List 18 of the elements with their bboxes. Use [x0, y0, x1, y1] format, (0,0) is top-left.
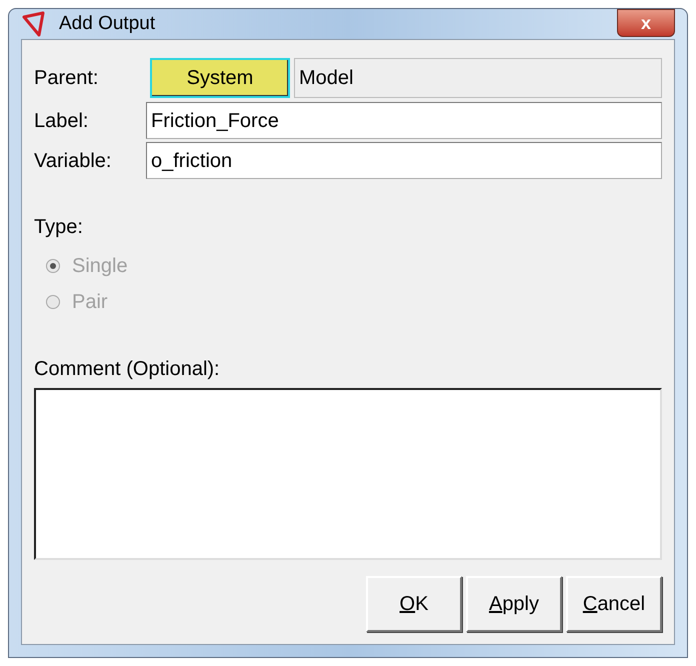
- dialog-button[interactable]: Apply: [466, 576, 562, 632]
- field-label: Label:: [34, 108, 90, 134]
- dialog-button[interactable]: Cancel: [566, 576, 662, 632]
- type-label: Type:: [34, 215, 84, 240]
- comment-field[interactable]: [34, 388, 662, 560]
- window-title: Add Output: [59, 12, 156, 36]
- app-logo-icon: [21, 11, 47, 37]
- text-field[interactable]: o_friction: [146, 142, 662, 179]
- parent-label: Parent:: [34, 66, 100, 91]
- field-label: Variable:: [34, 148, 112, 174]
- comment-label: Comment (Optional):: [34, 357, 221, 382]
- text-field[interactable]: Friction_Force: [146, 102, 662, 139]
- parent-button[interactable]: System: [150, 58, 290, 98]
- radio-label: Single: [72, 254, 128, 279]
- parent-value-field: Model: [294, 58, 662, 98]
- close-button[interactable]: x: [617, 9, 675, 37]
- dialog-button[interactable]: OK: [366, 576, 462, 632]
- radio-label: Pair: [72, 290, 108, 315]
